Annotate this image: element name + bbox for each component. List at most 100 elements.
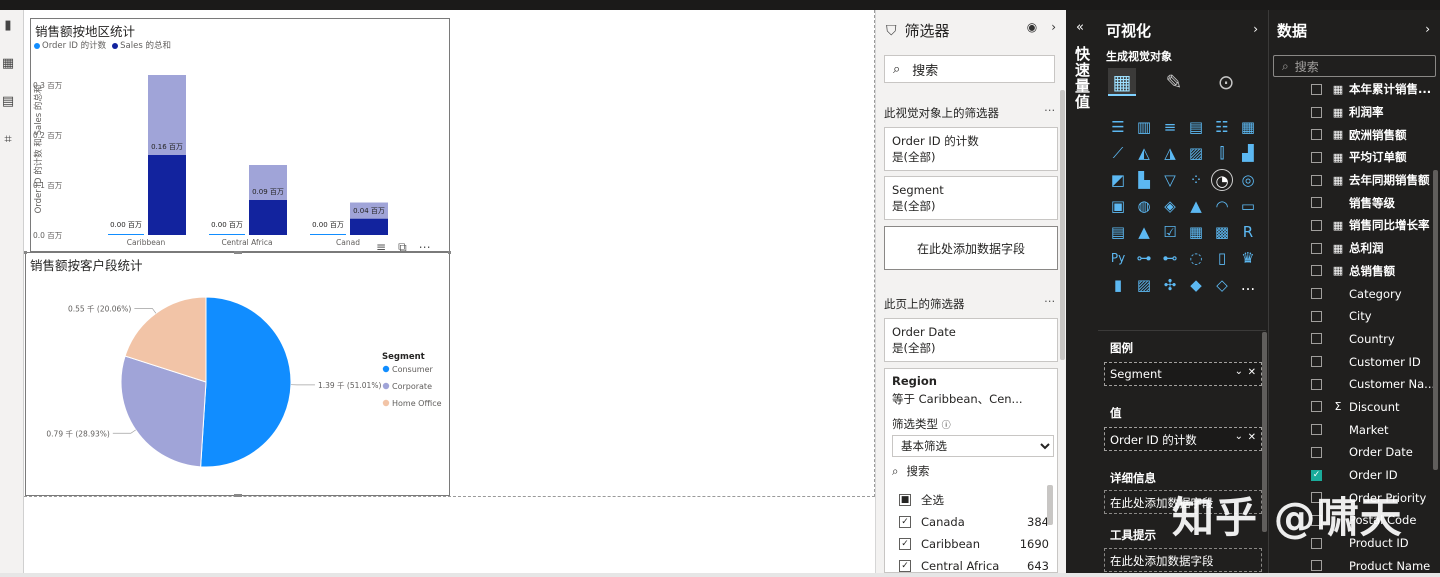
resize-handle-top[interactable] <box>234 251 242 254</box>
filter-card-order-id-count[interactable]: Order ID 的计数 是(全部) <box>884 127 1058 171</box>
multirow-card-icon[interactable]: ▤ <box>1107 221 1129 243</box>
checkbox[interactable]: ✓ <box>899 516 911 528</box>
card-icon[interactable]: ▭ <box>1237 195 1259 217</box>
filters-scrollbar[interactable] <box>1060 90 1065 360</box>
checkbox[interactable] <box>1311 333 1322 344</box>
area-chart-icon[interactable]: ◭ <box>1133 142 1155 164</box>
quick-measure-tab[interactable]: 快速量值 <box>1072 46 1093 110</box>
region-list-item[interactable]: ✓Canada384 <box>899 511 1049 533</box>
line-clustered-column-icon[interactable]: ▙ <box>1133 169 1155 191</box>
filter-card-order-date[interactable]: Order Date 是(全部) <box>884 318 1058 362</box>
data-field-item[interactable]: Order Date <box>1311 441 1440 464</box>
checkbox[interactable] <box>1311 220 1322 231</box>
stacked-bar-icon[interactable]: ☰ <box>1107 116 1129 138</box>
slicer-icon[interactable]: ☑ <box>1159 221 1181 243</box>
python-visual-icon[interactable]: Py <box>1107 247 1129 269</box>
data-field-item[interactable]: Customer Na... <box>1311 373 1440 396</box>
data-field-item[interactable]: Market <box>1311 418 1440 441</box>
checkbox[interactable] <box>1311 265 1322 276</box>
gauge-icon[interactable]: ◠ <box>1211 195 1233 217</box>
decomposition-tree-icon[interactable]: ⊷ <box>1159 247 1181 269</box>
data-field-item[interactable]: City <box>1311 305 1440 328</box>
checkbox[interactable]: ✓ <box>1311 470 1322 481</box>
collapse-chevron-icon[interactable]: › <box>1425 22 1430 36</box>
checkbox[interactable] <box>1311 379 1322 390</box>
filter-card-segment[interactable]: Segment 是(全部) <box>884 176 1058 220</box>
checkbox[interactable]: ✓ <box>899 538 911 550</box>
data-field-item[interactable]: 销售等级 <box>1311 191 1440 214</box>
map-icon[interactable]: ◍ <box>1133 195 1155 217</box>
clustered-bar-icon[interactable]: ≡ <box>1159 116 1181 138</box>
chevron-down-icon[interactable]: ⌄ <box>1235 366 1243 377</box>
data-pane-scrollbar[interactable] <box>1433 170 1438 470</box>
data-field-item[interactable]: ▦本年累计销售... <box>1311 78 1440 101</box>
eye-icon[interactable]: ◉ <box>1027 20 1037 34</box>
data-field-item[interactable]: Product Name <box>1311 554 1440 577</box>
filters-search-input[interactable]: ⌕ 搜索 <box>884 55 1055 83</box>
checkbox[interactable] <box>1311 311 1322 322</box>
checkbox[interactable]: ■ <box>899 494 911 506</box>
analytics-tab-icon[interactable]: ⊙ <box>1212 68 1240 96</box>
checkbox[interactable] <box>1311 84 1322 95</box>
r-visual-icon[interactable]: R <box>1237 221 1259 243</box>
collapse-chevron-icon[interactable]: › <box>1253 22 1258 36</box>
paginated-report-icon[interactable]: ▮ <box>1107 274 1129 296</box>
data-field-item[interactable]: ▦欧洲销售额 <box>1311 123 1440 146</box>
data-field-item[interactable]: ▦平均订单额 <box>1311 146 1440 169</box>
report-canvas[interactable]: 销售额按地区统计 Order ID 的计数 Sales 的总和 Order ID… <box>24 10 875 573</box>
dax-query-icon[interactable]: ⌗ <box>0 132 16 148</box>
region-list-scrollbar[interactable] <box>1047 485 1053 525</box>
legend-well[interactable]: Segment ⌄ ✕ <box>1104 362 1262 386</box>
qa-icon[interactable]: ◌ <box>1185 247 1207 269</box>
bar-chart-visual[interactable]: 销售额按地区统计 Order ID 的计数 Sales 的总和 Order ID… <box>30 18 450 252</box>
checkbox[interactable] <box>1311 356 1322 367</box>
checkbox[interactable] <box>1311 197 1322 208</box>
data-field-item[interactable]: ▦销售同比增长率 <box>1311 214 1440 237</box>
stacked-column-icon[interactable]: ▥ <box>1133 116 1155 138</box>
more-options-icon[interactable]: ⋯ <box>1044 103 1056 117</box>
data-field-item[interactable]: Country <box>1311 328 1440 351</box>
region-list-item[interactable]: ✓Central Africa643 <box>899 555 1049 573</box>
narrative-icon[interactable]: ▯ <box>1211 247 1233 269</box>
azure-map-icon[interactable]: ▲ <box>1185 195 1207 217</box>
checkbox[interactable]: ✓ <box>899 560 911 572</box>
data-field-item[interactable]: Category <box>1311 282 1440 305</box>
data-field-item[interactable]: ΣDiscount <box>1311 396 1440 419</box>
chevron-down-icon[interactable]: ⌄ <box>1235 431 1243 442</box>
line-column-icon[interactable]: ⫿ <box>1211 142 1233 164</box>
stacked-area-icon[interactable]: ◮ <box>1159 142 1181 164</box>
data-search-input[interactable]: ⌕ 搜索 <box>1273 55 1436 77</box>
data-field-item[interactable]: ✓Order ID <box>1311 464 1440 487</box>
add-data-field-dropzone[interactable]: 在此处添加数据字段 <box>884 226 1058 270</box>
checkbox[interactable] <box>1311 560 1322 571</box>
goals-icon[interactable]: ♛ <box>1237 247 1259 269</box>
matrix-icon[interactable]: ▩ <box>1211 221 1233 243</box>
table-icon[interactable]: ▦ <box>1185 221 1207 243</box>
tooltips-well[interactable]: 在此处添加数据字段 <box>1104 548 1262 572</box>
checkbox[interactable] <box>1311 107 1322 118</box>
power-automate-icon[interactable]: ✣ <box>1159 274 1181 296</box>
treemap-icon[interactable]: ▣ <box>1107 195 1129 217</box>
expand-chevron-icon[interactable]: « <box>1076 20 1084 35</box>
power-bi-visual-icon[interactable]: ◆ <box>1185 274 1207 296</box>
checkbox[interactable] <box>1311 288 1322 299</box>
filter-card-region[interactable]: Region 等于 Caribbean、Cen... 筛选类型 ⓘ 基本筛选 ⌕… <box>884 368 1058 573</box>
region-search-input[interactable]: ⌕ 搜索 <box>892 462 1054 480</box>
filled-map-icon[interactable]: ◈ <box>1159 195 1181 217</box>
pie-chart-visual[interactable]: 销售额按客户段统计 1.39 千 (51.01%)0.79 千 (28.93%)… <box>25 252 450 496</box>
ribbon-chart-icon[interactable]: ▨ <box>1185 142 1207 164</box>
scatter-icon[interactable]: ⁘ <box>1185 169 1207 191</box>
key-influencers-icon[interactable]: ⊶ <box>1133 247 1155 269</box>
remove-field-icon[interactable]: ✕ <box>1248 367 1256 378</box>
collapse-chevron-icon[interactable]: › <box>1051 20 1056 34</box>
data-field-item[interactable]: ▦利润率 <box>1311 101 1440 124</box>
checkbox[interactable] <box>1311 447 1322 458</box>
model-view-icon[interactable]: ▤ <box>0 94 16 110</box>
100pct-column-icon[interactable]: ▦ <box>1237 116 1259 138</box>
data-field-item[interactable]: Customer ID <box>1311 350 1440 373</box>
line-stacked-column-icon[interactable]: ◩ <box>1107 169 1129 191</box>
data-field-item[interactable]: ▦总销售额 <box>1311 260 1440 283</box>
line-chart-icon[interactable]: ⟋ <box>1107 142 1129 164</box>
region-list-item[interactable]: ✓Caribbean1690 <box>899 533 1049 555</box>
table-view-icon[interactable]: ▦ <box>0 56 16 72</box>
